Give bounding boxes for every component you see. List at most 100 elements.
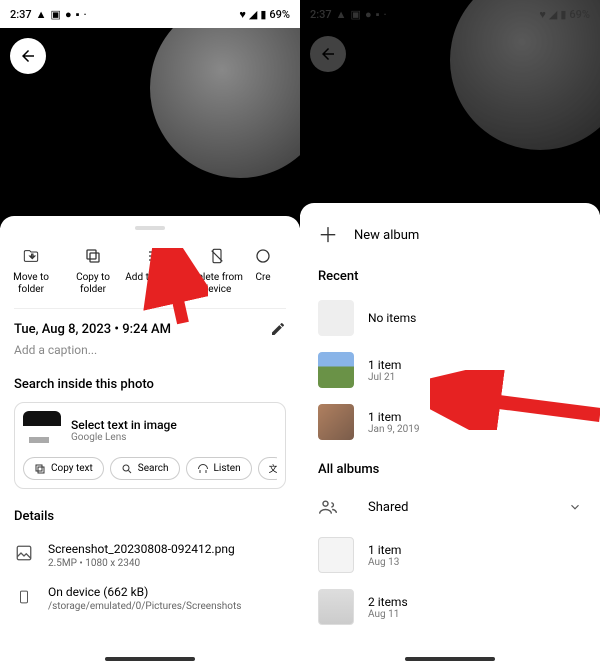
album-item[interactable]: 1 item Jul 21: [300, 344, 600, 396]
album-date: Jul 21: [368, 372, 401, 383]
battery-percent: 69%: [569, 8, 590, 21]
chip-copy-text[interactable]: Copy text: [23, 457, 104, 480]
wifi-icon: ♥: [239, 8, 246, 21]
battery-percent: 69%: [269, 8, 290, 21]
action-move-to-folder[interactable]: Move to folder: [0, 246, 62, 296]
album-thumb: [318, 404, 354, 440]
recent-header: Recent: [300, 255, 600, 292]
status-app-icon: ●: [365, 8, 372, 21]
shared-albums-row[interactable]: Shared: [300, 485, 600, 529]
album-title: 1 item: [368, 358, 401, 372]
plus-icon: ＋: [318, 225, 338, 245]
album-item-empty[interactable]: No items: [300, 292, 600, 344]
date-row: Tue, Aug 8, 2023 • 9:24 AM: [0, 309, 300, 341]
signal-icon: ◢: [549, 8, 557, 21]
create-icon: [254, 246, 272, 266]
action-label: Move to folder: [0, 272, 62, 296]
edit-date-button[interactable]: [270, 321, 286, 337]
status-app-icon: ▣: [351, 8, 361, 21]
album-item[interactable]: 2 items Aug 11: [300, 581, 600, 633]
album-title: 1 item: [368, 410, 420, 424]
photo-content: [150, 28, 300, 178]
device-path: /storage/emulated/0/Pictures/Screenshots: [48, 601, 241, 612]
wifi-icon: ♥: [539, 8, 546, 21]
details-header: Details: [0, 489, 300, 534]
album-thumb: [318, 300, 354, 336]
chip-listen[interactable]: Listen: [186, 457, 252, 480]
status-app-icon: ▲: [336, 8, 347, 21]
arrow-left-icon: [19, 47, 37, 65]
battery-icon: ▮: [260, 8, 266, 21]
new-album-button[interactable]: ＋ New album: [300, 215, 600, 255]
photo-date: Tue, Aug 8, 2023: [14, 322, 111, 337]
action-delete-from-device[interactable]: Delete from device: [186, 246, 248, 296]
folder-move-icon: [21, 246, 41, 266]
playlist-add-icon: [145, 246, 165, 266]
nav-bar[interactable]: [105, 657, 195, 661]
chip-label: Copy text: [51, 463, 93, 474]
photo-time: 9:24 AM: [122, 322, 171, 337]
lens-chips: Copy text Search Listen 文A T: [23, 457, 277, 480]
album-item[interactable]: 1 item Jan 9, 2019: [300, 396, 600, 448]
status-app-icon: ▲: [36, 8, 47, 21]
photo-viewer[interactable]: [0, 28, 300, 228]
lens-card: Select text in image Google Lens Copy te…: [14, 402, 286, 489]
action-label: Cre: [255, 272, 270, 284]
phone-icon: [14, 585, 34, 607]
device-storage: On device (662 kB): [48, 585, 241, 599]
search-photo-header: Search inside this photo: [0, 371, 300, 402]
sheet-handle[interactable]: [135, 226, 165, 230]
status-app-icon: ▪: [376, 8, 380, 21]
chip-translate[interactable]: 文A T: [258, 457, 277, 480]
back-button[interactable]: [10, 38, 46, 74]
album-date: Aug 13: [368, 557, 401, 568]
lens-title: Select text in image: [71, 418, 177, 432]
status-app-icon: ●: [65, 8, 72, 21]
action-row: Move to folder Copy to folder Add to alb…: [0, 240, 300, 308]
album-thumb: [318, 537, 354, 573]
action-label: Copy to folder: [62, 272, 124, 296]
shared-label: Shared: [368, 500, 408, 515]
album-thumb: [318, 589, 354, 625]
caption-input[interactable]: Add a caption...: [0, 341, 300, 371]
status-app-icon: ▪: [76, 8, 80, 21]
album-picker-sheet: ＋ New album Recent No items 1 item Jul 2…: [300, 203, 600, 663]
album-title: 1 item: [368, 543, 401, 557]
nav-bar[interactable]: [405, 657, 495, 661]
bottom-sheet: Move to folder Copy to folder Add to alb…: [0, 216, 300, 663]
status-time: 2:37: [310, 8, 332, 21]
new-album-label: New album: [354, 228, 419, 243]
chip-search[interactable]: Search: [110, 457, 180, 480]
signal-icon: ◢: [249, 8, 257, 21]
delete-device-icon: [209, 246, 225, 266]
album-date: Aug 11: [368, 609, 408, 620]
action-copy-to-folder[interactable]: Copy to folder: [62, 246, 124, 296]
album-item[interactable]: 1 item Aug 13: [300, 529, 600, 581]
copy-icon: [84, 246, 102, 266]
modal-overlay[interactable]: [300, 0, 600, 215]
action-label: Add to album: [125, 272, 184, 284]
album-title: 2 items: [368, 595, 408, 609]
status-time: 2:37: [10, 8, 32, 21]
image-icon: [14, 542, 34, 562]
status-bar: 2:37 ▲ ▣ ● ▪ · ♥ ◢ ▮ 69%: [0, 0, 300, 28]
all-albums-header: All albums: [300, 448, 600, 485]
album-thumb: [318, 352, 354, 388]
action-label: Delete from device: [186, 272, 248, 296]
detail-file: Screenshot_20230808-092412.png 2.5MP • 1…: [0, 534, 300, 577]
lens-thumbnail: [23, 411, 61, 449]
action-add-to-album[interactable]: Add to album: [124, 246, 186, 296]
listen-icon: [197, 463, 209, 475]
action-create[interactable]: Cre: [248, 246, 278, 296]
translate-icon: 文A: [269, 462, 277, 475]
album-date: Jan 9, 2019: [368, 424, 420, 435]
search-icon: [121, 463, 133, 475]
chip-label: Listen: [214, 463, 241, 474]
file-meta: 2.5MP • 1080 x 2340: [48, 558, 235, 569]
lens-subtitle: Google Lens: [71, 432, 177, 443]
file-name: Screenshot_20230808-092412.png: [48, 542, 235, 556]
lens-select-text[interactable]: Select text in image Google Lens: [23, 411, 277, 449]
status-app-icon: ▣: [51, 8, 61, 21]
status-more: ·: [384, 8, 387, 21]
people-icon: [318, 497, 354, 517]
